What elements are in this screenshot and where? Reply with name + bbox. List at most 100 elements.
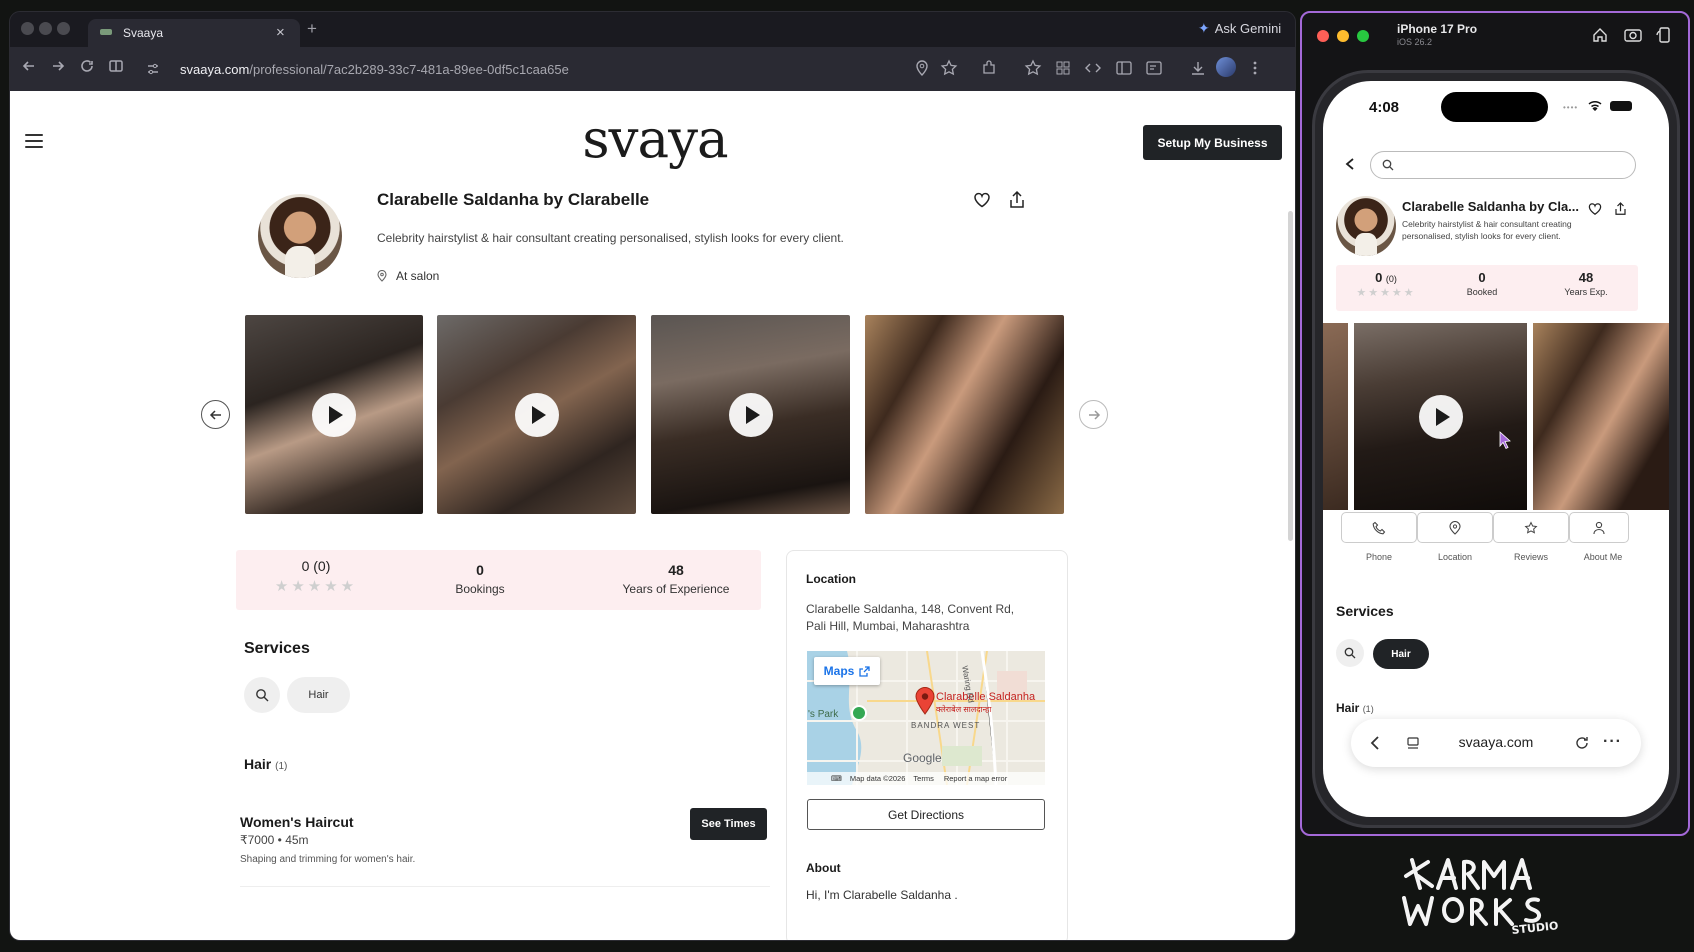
rotate-icon[interactable] (1655, 26, 1673, 44)
sim-minimize-button[interactable] (1337, 30, 1349, 42)
gallery-video-3[interactable] (651, 315, 850, 514)
close-tab-icon[interactable]: × (276, 24, 285, 41)
phone-play-icon[interactable] (1418, 394, 1463, 439)
gallery-image-4[interactable] (865, 315, 1064, 514)
map-pin-icon[interactable] (915, 687, 935, 715)
service-divider (240, 886, 770, 887)
close-window-button[interactable] (21, 22, 34, 35)
more-menu-icon[interactable] (1246, 59, 1264, 77)
zoom-window-button[interactable] (57, 22, 70, 35)
gallery-video-2[interactable] (437, 315, 636, 514)
apps-grid-icon[interactable] (1054, 59, 1072, 77)
setup-business-button[interactable]: Setup My Business (1143, 125, 1282, 160)
service-description: Shaping and trimming for women's hair. (240, 854, 416, 865)
safari-back-icon[interactable] (1369, 735, 1381, 751)
safari-more-icon[interactable]: ··· (1603, 733, 1622, 751)
back-icon[interactable] (21, 58, 37, 74)
hair-filter-chip[interactable]: Hair (287, 677, 350, 713)
simulator-titlebar: iPhone 17 Pro iOS 26.2 (1302, 13, 1688, 57)
keyboard-shortcuts-icon[interactable]: ⌨ (831, 774, 842, 783)
play-icon[interactable] (728, 392, 773, 437)
tab-title: Svaaya (123, 26, 164, 40)
service-search-button[interactable] (244, 677, 280, 713)
browser-tab[interactable]: Svaaya × (88, 19, 300, 47)
gallery-next-button[interactable] (1079, 400, 1108, 429)
phone-gallery-item-prev[interactable] (1323, 323, 1348, 510)
screenshot-icon[interactable] (1623, 26, 1643, 44)
page-scrollbar[interactable] (1288, 211, 1293, 541)
professional-name: Clarabelle Saldanha by Clarabelle (377, 190, 650, 209)
location-map[interactable]: Maps Clarabelle Saldanha क्लेराबेल सालदा… (807, 651, 1045, 785)
service-price-duration: ₹7000 • 45m (240, 833, 309, 847)
phone-search-input[interactable] (1370, 151, 1636, 179)
tab-bar: Svaaya × + ✦ Ask Gemini (10, 12, 1295, 47)
phone-share-icon[interactable] (1613, 201, 1628, 217)
hamburger-menu-icon[interactable] (25, 134, 43, 148)
site-settings-icon[interactable] (146, 62, 160, 76)
profile-avatar (258, 194, 342, 278)
phone-booked-stat: 0 Booked (1466, 270, 1498, 297)
safari-reload-icon[interactable] (1575, 735, 1589, 750)
services-heading: Services (244, 640, 310, 657)
gemini-icon: ✦ (1198, 20, 1210, 36)
phone-rating-stat: 0 (0) ★★★★★ (1348, 270, 1424, 299)
phone-gallery-image[interactable] (1533, 323, 1669, 510)
phone-service-search-button[interactable] (1336, 639, 1364, 667)
map-terms-link[interactable]: Terms (913, 774, 933, 783)
minimize-window-button[interactable] (39, 22, 52, 35)
location-address: Clarabelle Saldanha, 148, Convent Rd, Pa… (806, 602, 1015, 633)
svaaya-logo[interactable]: svaya (565, 109, 745, 170)
extension-icon[interactable] (980, 59, 998, 77)
web-page: svaya Setup My Business Clarabelle Salda… (10, 91, 1295, 940)
sim-zoom-button[interactable] (1357, 30, 1369, 42)
location-permission-icon[interactable] (913, 59, 931, 77)
safari-url[interactable]: svaaya.com (1431, 734, 1561, 750)
download-icon[interactable] (1189, 59, 1207, 77)
play-icon[interactable] (312, 392, 356, 437)
arrow-right-icon (1088, 409, 1100, 420)
forward-icon[interactable] (50, 58, 66, 74)
reading-list-icon[interactable] (1145, 59, 1163, 77)
share-icon[interactable] (1007, 190, 1027, 210)
profile-avatar-icon[interactable] (1216, 57, 1236, 77)
back-chevron-icon[interactable] (1344, 157, 1356, 171)
bookmark-star-icon[interactable] (940, 59, 958, 77)
phone-action-about[interactable] (1569, 512, 1629, 543)
new-tab-button[interactable]: + (307, 19, 317, 39)
sim-close-button[interactable] (1317, 30, 1329, 42)
phone-hair-chip[interactable]: Hair (1373, 639, 1429, 669)
gallery-prev-button[interactable] (201, 400, 230, 429)
open-in-maps-link[interactable]: Maps (814, 657, 880, 685)
phone-action-label: Phone (1365, 552, 1393, 562)
tabs-icon[interactable] (1406, 736, 1420, 750)
favorite-heart-icon[interactable] (972, 190, 992, 210)
person-icon (1593, 521, 1605, 534)
map-area-label: BANDRA WEST (911, 721, 981, 730)
url-text[interactable]: svaaya.com/professional/7ac2b289-33c7-48… (180, 62, 569, 77)
split-view-icon[interactable] (108, 58, 124, 74)
external-link-icon (859, 665, 870, 677)
mouse-cursor-icon (1499, 431, 1511, 449)
sidebar-icon[interactable] (1115, 59, 1133, 77)
rating-stat: 0 (0) ★★★★★ (266, 558, 366, 595)
phone-gallery-video[interactable] (1354, 323, 1527, 510)
phone-heart-icon[interactable] (1587, 201, 1603, 217)
favorites-icon[interactable] (1024, 59, 1042, 77)
phone-action-phone[interactable] (1341, 512, 1417, 543)
devtools-icon[interactable] (1084, 59, 1102, 77)
gallery-video-1[interactable] (245, 315, 423, 514)
map-report-link[interactable]: Report a map error (944, 774, 1007, 783)
reload-icon[interactable] (79, 58, 95, 74)
home-icon[interactable] (1591, 26, 1609, 44)
play-icon[interactable] (514, 392, 559, 437)
get-directions-button[interactable]: Get Directions (807, 799, 1045, 830)
phone-action-reviews[interactable] (1493, 512, 1569, 543)
wifi-icon (1588, 100, 1602, 111)
phone-action-location[interactable] (1417, 512, 1493, 543)
browser-window: Svaaya × + ✦ Ask Gemini svaaya.com/profe… (9, 11, 1296, 941)
safari-address-bar[interactable]: svaaya.com ··· (1351, 719, 1641, 767)
see-times-button[interactable]: See Times (690, 808, 767, 840)
hair-category-title: Hair (1) (244, 756, 288, 772)
ask-gemini-button[interactable]: ✦ Ask Gemini (1198, 20, 1281, 37)
svg-text:STUDIO: STUDIO (1511, 919, 1559, 936)
